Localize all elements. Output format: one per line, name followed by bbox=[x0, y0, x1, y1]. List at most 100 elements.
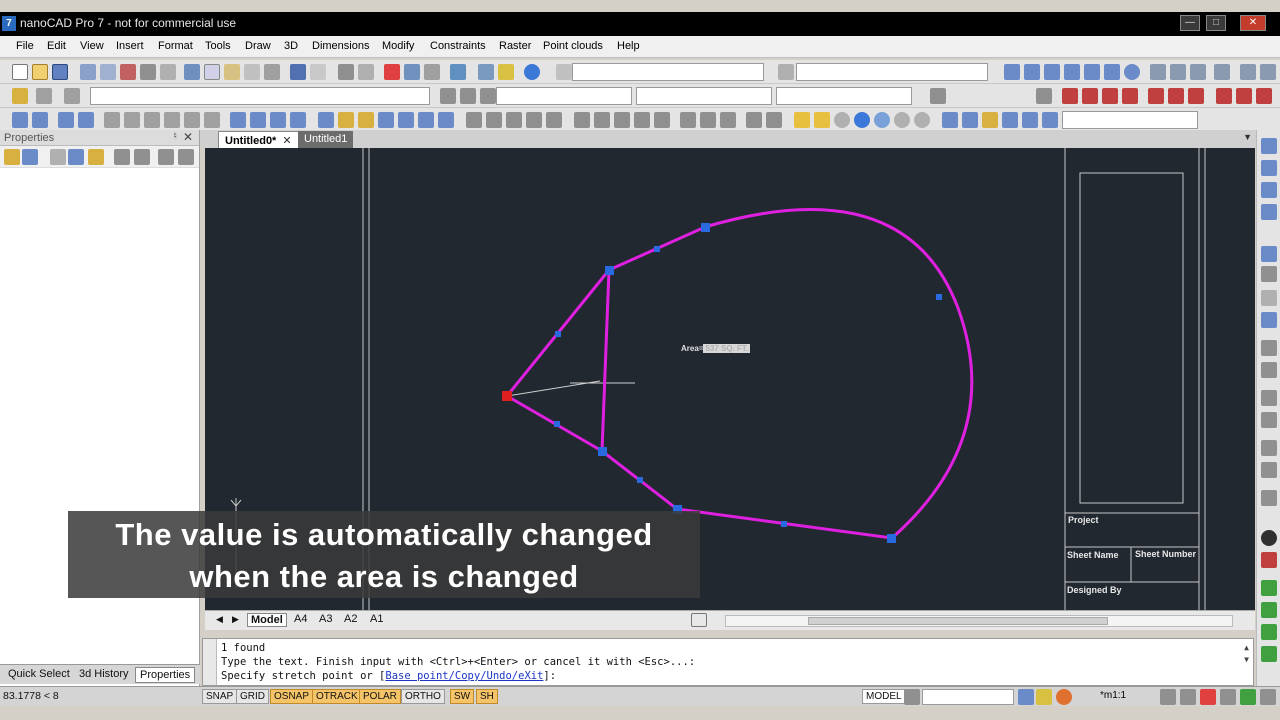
regen-icon[interactable] bbox=[1240, 689, 1256, 705]
polygon-icon[interactable] bbox=[1064, 64, 1080, 80]
menu-file[interactable]: File bbox=[16, 40, 34, 52]
viewport-dropdown[interactable] bbox=[922, 689, 1014, 705]
close-panel-icon[interactable]: ✕ bbox=[183, 130, 193, 144]
expand-icon[interactable] bbox=[158, 149, 174, 165]
snap-none-icon[interactable] bbox=[1022, 112, 1038, 128]
pan-icon[interactable] bbox=[338, 64, 354, 80]
color-icon[interactable] bbox=[440, 88, 456, 104]
sh-toggle[interactable]: SH bbox=[476, 689, 498, 704]
annotation-scale[interactable]: *m1:1 bbox=[1100, 690, 1126, 701]
3d-cylinder-icon[interactable] bbox=[1082, 88, 1098, 104]
open-file-icon[interactable] bbox=[32, 64, 48, 80]
next-layout-icon[interactable]: ▶ bbox=[229, 614, 242, 625]
iso-se-icon[interactable] bbox=[250, 112, 266, 128]
lightbulb-icon[interactable] bbox=[1036, 689, 1052, 705]
3d-cone-icon[interactable] bbox=[1102, 88, 1118, 104]
spline-icon[interactable] bbox=[1170, 64, 1186, 80]
line-icon[interactable] bbox=[1004, 64, 1020, 80]
layer-dropdown[interactable] bbox=[90, 87, 430, 105]
polar-toggle[interactable]: POLAR bbox=[359, 689, 401, 704]
snap-mode-dropdown[interactable] bbox=[1062, 111, 1198, 129]
pin-icon[interactable]: ♮ bbox=[173, 131, 177, 142]
cloud-icon[interactable] bbox=[1150, 64, 1166, 80]
zoom-previous-icon[interactable] bbox=[424, 64, 440, 80]
mirror-icon[interactable] bbox=[78, 112, 94, 128]
render-icon[interactable] bbox=[1261, 530, 1277, 546]
chamfer-icon[interactable] bbox=[594, 112, 610, 128]
trim-tool-icon[interactable] bbox=[1261, 340, 1277, 356]
ucs-icon[interactable] bbox=[930, 88, 946, 104]
color-dropdown[interactable] bbox=[496, 87, 632, 105]
active-grip-point[interactable] bbox=[502, 391, 512, 401]
midpoint-grip[interactable] bbox=[781, 521, 787, 527]
layer-freeze-icon[interactable] bbox=[1261, 602, 1277, 618]
fillet-tool-icon[interactable] bbox=[1261, 412, 1277, 428]
extrude-icon[interactable] bbox=[1216, 88, 1232, 104]
dim-style-dropdown[interactable] bbox=[796, 63, 988, 81]
grip-point[interactable] bbox=[598, 447, 607, 456]
dim-aligned-icon[interactable] bbox=[338, 112, 354, 128]
toggle-pickadd-icon[interactable] bbox=[22, 149, 38, 165]
help-icon[interactable] bbox=[524, 64, 540, 80]
iso-sw-icon[interactable] bbox=[230, 112, 246, 128]
snap-endpoint-icon[interactable] bbox=[746, 112, 762, 128]
snap-center-icon[interactable] bbox=[794, 112, 810, 128]
3d-sphere-icon[interactable] bbox=[1122, 88, 1138, 104]
menu-edit[interactable]: Edit bbox=[47, 40, 66, 52]
viewport-icon[interactable] bbox=[904, 689, 920, 705]
layer-lock-icon[interactable] bbox=[1261, 624, 1277, 640]
collapse-icon[interactable] bbox=[178, 149, 194, 165]
extend-icon[interactable] bbox=[526, 112, 542, 128]
move-icon[interactable] bbox=[12, 112, 28, 128]
table-icon[interactable] bbox=[438, 112, 454, 128]
midpoint-grip[interactable] bbox=[936, 294, 942, 300]
snap-extension-icon[interactable] bbox=[874, 112, 890, 128]
arc-icon[interactable] bbox=[1104, 64, 1120, 80]
insert-block-icon[interactable] bbox=[1214, 64, 1230, 80]
draw-arc-icon[interactable] bbox=[1261, 182, 1277, 198]
match-properties-icon[interactable] bbox=[244, 64, 260, 80]
scale-tool-icon[interactable] bbox=[1261, 290, 1277, 306]
linetype-dropdown[interactable] bbox=[636, 87, 772, 105]
hatch-icon[interactable] bbox=[1260, 64, 1276, 80]
menu-format[interactable]: Format bbox=[158, 40, 193, 52]
close-tab-icon[interactable]: ✕ bbox=[282, 135, 291, 147]
view-top-icon[interactable] bbox=[184, 112, 200, 128]
save-icon[interactable] bbox=[52, 64, 68, 80]
mirror-tool-icon[interactable] bbox=[1261, 462, 1277, 478]
layer-color-icon[interactable] bbox=[1261, 646, 1277, 662]
tab-model[interactable]: Model bbox=[247, 613, 287, 627]
menu-insert[interactable]: Insert bbox=[116, 40, 144, 52]
model-space-toggle[interactable]: MODEL bbox=[862, 689, 906, 704]
pan-status-icon[interactable] bbox=[1160, 689, 1176, 705]
tab-3d-history[interactable]: 3d History bbox=[75, 667, 133, 683]
menu-modify[interactable]: Modify bbox=[382, 40, 414, 52]
dim-angular-icon[interactable] bbox=[358, 112, 374, 128]
quick-select-icon[interactable] bbox=[4, 149, 20, 165]
array-icon[interactable] bbox=[634, 112, 650, 128]
fillet-icon[interactable] bbox=[574, 112, 590, 128]
view-left-icon[interactable] bbox=[144, 112, 160, 128]
command-prompt[interactable]: Specify stretch point or [Base point/Cop… bbox=[221, 670, 556, 682]
area-field-label[interactable]: Area= 537 SQ. FT. bbox=[681, 344, 751, 353]
3d-torus-icon[interactable] bbox=[1148, 88, 1164, 104]
snap-nearest-icon[interactable] bbox=[962, 112, 978, 128]
menu-view[interactable]: View bbox=[80, 40, 104, 52]
funnel-icon[interactable] bbox=[88, 149, 104, 165]
minimize-button[interactable]: — bbox=[1180, 15, 1200, 31]
stretch-icon[interactable] bbox=[466, 112, 482, 128]
rectangle-icon[interactable] bbox=[1084, 64, 1100, 80]
menu-3d[interactable]: 3D bbox=[284, 40, 298, 52]
export-icon[interactable] bbox=[160, 64, 176, 80]
rotate-icon[interactable] bbox=[32, 112, 48, 128]
polyline-icon[interactable] bbox=[1044, 64, 1060, 80]
sw-toggle[interactable]: SW bbox=[450, 689, 475, 704]
horizontal-scrollbar[interactable] bbox=[725, 615, 1233, 627]
iso-nw-icon[interactable] bbox=[290, 112, 306, 128]
snap-node-icon[interactable] bbox=[814, 112, 830, 128]
midpoint-grip[interactable] bbox=[637, 477, 643, 483]
chamfer-tool-icon[interactable] bbox=[1261, 440, 1277, 456]
array-tool-icon[interactable] bbox=[1261, 490, 1277, 506]
trim-icon[interactable] bbox=[506, 112, 522, 128]
block-icon[interactable] bbox=[264, 64, 280, 80]
